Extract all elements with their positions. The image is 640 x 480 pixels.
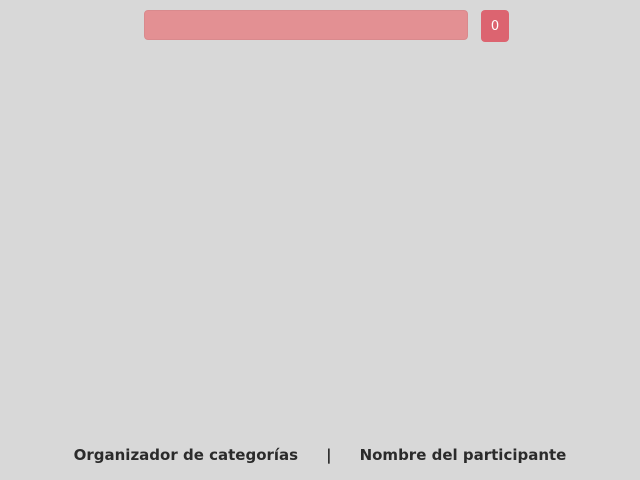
participant-name: Nombre del participante — [359, 446, 567, 464]
counter-value: 0 — [490, 18, 500, 34]
footer-title: Organizador de categorías — [73, 446, 299, 464]
counter-badge: 0 — [481, 10, 509, 42]
top-bar: 0 — [144, 10, 509, 42]
footer-separator: | — [326, 446, 332, 464]
progress-bar — [144, 10, 468, 40]
footer: Organizador de categorías | Nombre del p… — [0, 444, 640, 466]
